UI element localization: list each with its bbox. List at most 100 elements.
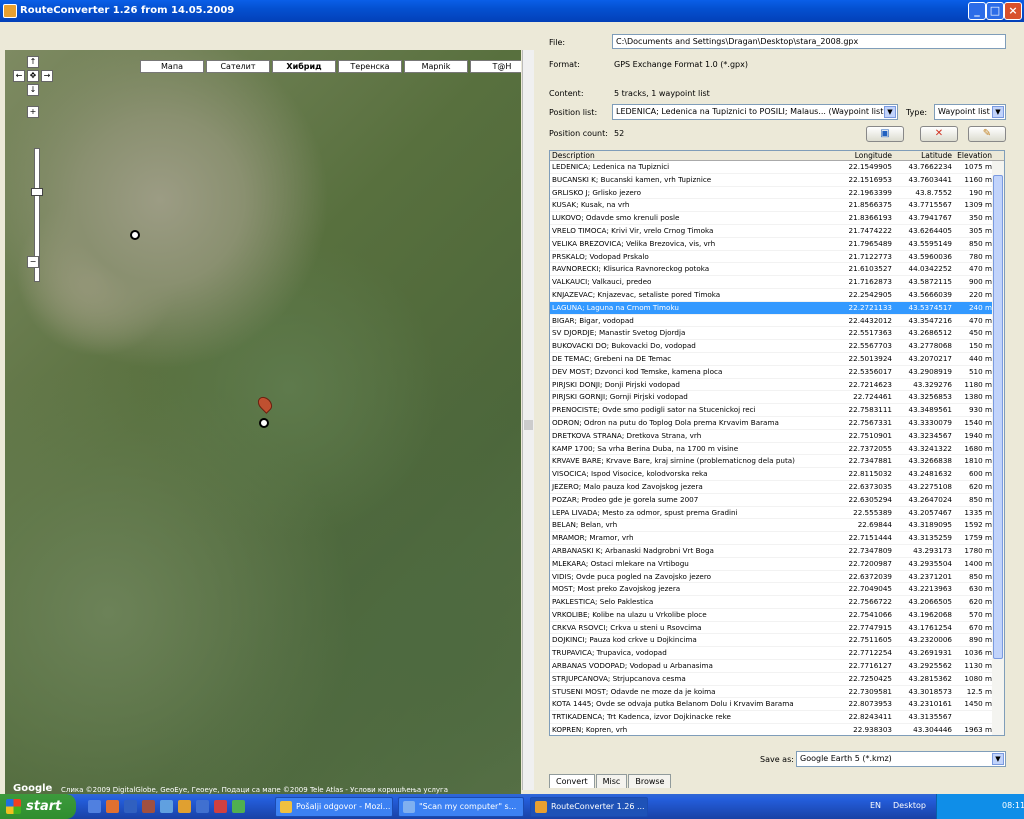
table-row[interactable]: DE TEMAC; Grebeni na DE Temac 22.5013924 4…: [550, 353, 1004, 366]
language-indicator[interactable]: EN: [870, 801, 881, 810]
map-waypoint-marker[interactable]: [130, 230, 140, 240]
quicklaunch-icon[interactable]: [124, 800, 137, 813]
table-row[interactable]: TRTIKADENCA; Trt Kadenca, izvor Dojkinac…: [550, 711, 1004, 725]
map-waypoint-marker[interactable]: [259, 418, 269, 428]
delete-button[interactable]: ✕: [920, 126, 958, 142]
type-select[interactable]: Waypoint list ▼: [934, 104, 1006, 120]
pan-center-button[interactable]: ✥: [27, 70, 39, 82]
map-type-button[interactable]: Сателит: [206, 60, 270, 73]
open-folder-button[interactable]: ▣: [866, 126, 904, 142]
map-type-button[interactable]: Теренска: [338, 60, 402, 73]
selected-position-pin-icon[interactable]: [255, 394, 275, 414]
table-scrollbar[interactable]: [992, 161, 1004, 735]
table-row[interactable]: VISOCICA; Ispod Visocice, kolodvorska re…: [550, 468, 1004, 481]
column-longitude[interactable]: Longitude: [836, 151, 894, 160]
table-row[interactable]: LEPA LIVADA; Mesto za odmor, spust prema…: [550, 507, 1004, 520]
table-row[interactable]: MOST; Most preko Zavojskog jezera 22.7049…: [550, 583, 1004, 597]
table-row[interactable]: LEDENICA; Ledenica na Tupiznici 22.154990…: [550, 161, 1004, 174]
table-row[interactable]: DOJKINCI; Pauza kod crkve u Dojkincima 22…: [550, 634, 1004, 648]
map-type-button[interactable]: Мапа: [140, 60, 204, 73]
start-button[interactable]: start: [0, 794, 76, 819]
column-latitude[interactable]: Latitude: [894, 151, 954, 160]
zoom-out-button[interactable]: −: [27, 256, 39, 268]
splitter[interactable]: [522, 50, 534, 790]
table-row[interactable]: MRAMOR; Mramor, vrh 22.7151444 43.3135259 1…: [550, 532, 1004, 545]
column-elevation[interactable]: Elevation: [954, 151, 994, 160]
table-row[interactable]: BIGAR; Bigar, vodopad 22.4432012 43.354721…: [550, 315, 1004, 328]
table-row[interactable]: KOTA 1445; Ovde se odvaja putka Belanom …: [550, 698, 1004, 712]
tab-misc[interactable]: Misc: [595, 774, 628, 788]
table-row[interactable]: VALKAUCI; Valkauci, predeo 21.7162873 43.5…: [550, 276, 1004, 289]
table-row[interactable]: POZAR; Prodeo gde je gorela sume 2007 22.…: [550, 494, 1004, 507]
table-row[interactable]: KOPREN; Kopren, vrh 22.938303 43.304446 196…: [550, 724, 1004, 735]
table-row[interactable]: BUKOVACKI DO; Bukovacki Do, vodopad 22.55…: [550, 340, 1004, 353]
table-row[interactable]: JEZERO; Malo pauza kod Zavojskog jezera 2…: [550, 481, 1004, 494]
table-row[interactable]: TRUPAVICA; Trupavica, vodopad 22.7712254 4…: [550, 647, 1004, 661]
pan-down-button[interactable]: ↓: [27, 84, 39, 96]
tab-convert[interactable]: Convert: [549, 774, 595, 788]
table-row[interactable]: BUCANSKI K; Bucanski kamen, vrh Tupiznic…: [550, 174, 1004, 187]
table-row[interactable]: RAVNORECKI; Klisurica Ravnoreckog potoka…: [550, 263, 1004, 277]
file-field[interactable]: C:\Documents and Settings\Dragan\Desktop…: [612, 34, 1006, 49]
map-view[interactable]: МапаСателитХибридТеренскаMapnikT@HCycle …: [5, 50, 521, 800]
desktop-toolbar[interactable]: Desktop: [893, 801, 926, 810]
table-row[interactable]: LUKOVO; Odavde smo krenuli posle 21.83661…: [550, 212, 1004, 225]
quicklaunch-icon[interactable]: [232, 800, 245, 813]
save-as-select[interactable]: Google Earth 5 (*.kmz) ▼: [796, 751, 1006, 767]
quicklaunch-icon[interactable]: [106, 800, 119, 813]
table-row[interactable]: KAMP 1700; Sa vrha Berina Duba, na 1700 …: [550, 443, 1004, 456]
table-row[interactable]: KNJAZEVAC; Knjazevac, setaliste pored Ti…: [550, 289, 1004, 302]
table-row[interactable]: PRSKALO; Vodopad Prskalo 21.7122773 43.596…: [550, 251, 1004, 264]
table-row[interactable]: BELAN; Belan, vrh 22.69844 43.3189095 1592 …: [550, 519, 1004, 533]
edit-button[interactable]: ✎: [968, 126, 1006, 142]
quicklaunch-icon[interactable]: [88, 800, 101, 813]
table-row[interactable]: SV DJORDJE; Manastir Svetog Djordja 22.55…: [550, 327, 1004, 341]
task-scan[interactable]: "Scan my computer" s...: [398, 797, 524, 817]
clock[interactable]: 08:11: [1002, 801, 1024, 810]
pan-up-button[interactable]: ↑: [27, 56, 39, 68]
table-row[interactable]: VRKOLIBE; Kolibe na ulazu u Vrkolibe plo…: [550, 609, 1004, 622]
task-routeconverter[interactable]: RouteConverter 1.26 ...: [530, 797, 648, 817]
column-description[interactable]: Description: [550, 151, 836, 160]
pan-left-button[interactable]: ←: [13, 70, 25, 82]
table-row[interactable]: DRETKOVA STRANA; Dretkova Strana, vrh 22.…: [550, 430, 1004, 443]
quicklaunch-icon[interactable]: [160, 800, 173, 813]
table-row[interactable]: PAKLESTICA; Selo Paklestica 22.7566722 43.…: [550, 596, 1004, 609]
table-row[interactable]: KRVAVE BARE; Krvave Bare, kraj sirnine (…: [550, 455, 1004, 469]
map-type-button[interactable]: T@H: [470, 60, 521, 73]
close-button[interactable]: ×: [1004, 2, 1022, 20]
zoom-slider-handle[interactable]: [31, 188, 43, 196]
table-row[interactable]: KUSAK; Kusak, na vrh 21.8566375 43.7715567…: [550, 199, 1004, 213]
table-row[interactable]: VRELO TIMOCA; Krivi Vir, vrelo Crnog Tim…: [550, 225, 1004, 238]
tab-browse[interactable]: Browse: [628, 774, 672, 788]
quicklaunch-icon[interactable]: [196, 800, 209, 813]
table-row[interactable]: MLEKARA; Ostaci mlekare na Vrtibogu 22.72…: [550, 558, 1004, 571]
position-list-select[interactable]: LEDENICA; Ledenica na Tupiznici to POSIL…: [612, 104, 898, 120]
quicklaunch-icon[interactable]: [214, 800, 227, 813]
map-type-button[interactable]: Хибрид: [272, 60, 336, 73]
table-row[interactable]: CRKVA RSOVCI; Crkva u steni u Rsovcima 22…: [550, 622, 1004, 635]
table-row[interactable]: STUSENI MOST; Odavde ne moze da je koima…: [550, 686, 1004, 699]
table-row[interactable]: LAGUNA; Laguna na Crnom Timoku 22.2721133…: [550, 301, 1004, 315]
table-row[interactable]: ARBANASKI K; Arbanaski Nadgrobni Vrt Bog…: [550, 545, 1004, 558]
quicklaunch-icon[interactable]: [178, 800, 191, 813]
table-row[interactable]: DEV MOST; Dzvonci kod Temske, kamena plo…: [550, 366, 1004, 379]
map-type-button[interactable]: Mapnik: [404, 60, 468, 73]
splitter-handle[interactable]: [524, 420, 533, 430]
task-firefox[interactable]: Pošalji odgovor - Mozi...: [275, 797, 393, 817]
table-row[interactable]: ARBANAS VODOPAD; Vodopad u Arbanasima 22.…: [550, 660, 1004, 673]
table-row[interactable]: GRLISKO J; Grlisko jezero 22.1963399 43.8.…: [550, 187, 1004, 200]
zoom-in-button[interactable]: +: [27, 106, 39, 118]
table-row[interactable]: STRJUPCANOVA; Strjupcanova cesma 22.72504…: [550, 673, 1004, 686]
pan-right-button[interactable]: →: [41, 70, 53, 82]
chevron-down-icon[interactable]: ▼: [884, 106, 896, 118]
chevron-down-icon[interactable]: ▼: [992, 753, 1004, 765]
table-row[interactable]: PRENOCISTE; Ovde smo podigli sator na St…: [550, 404, 1004, 417]
table-row[interactable]: VIDIS; Ovde puca pogled na Zavojsko jeze…: [550, 571, 1004, 584]
maximize-button[interactable]: □: [986, 2, 1004, 20]
table-row[interactable]: PIRJSKI DONJI; Donji Pirjski vodopad 22.7…: [550, 379, 1004, 392]
quicklaunch-icon[interactable]: [142, 800, 155, 813]
scrollbar-thumb[interactable]: [993, 175, 1003, 659]
minimize-button[interactable]: _: [968, 2, 986, 20]
table-row[interactable]: VELIKA BREZOVICA; Velika Brezovica, vis,…: [550, 238, 1004, 251]
